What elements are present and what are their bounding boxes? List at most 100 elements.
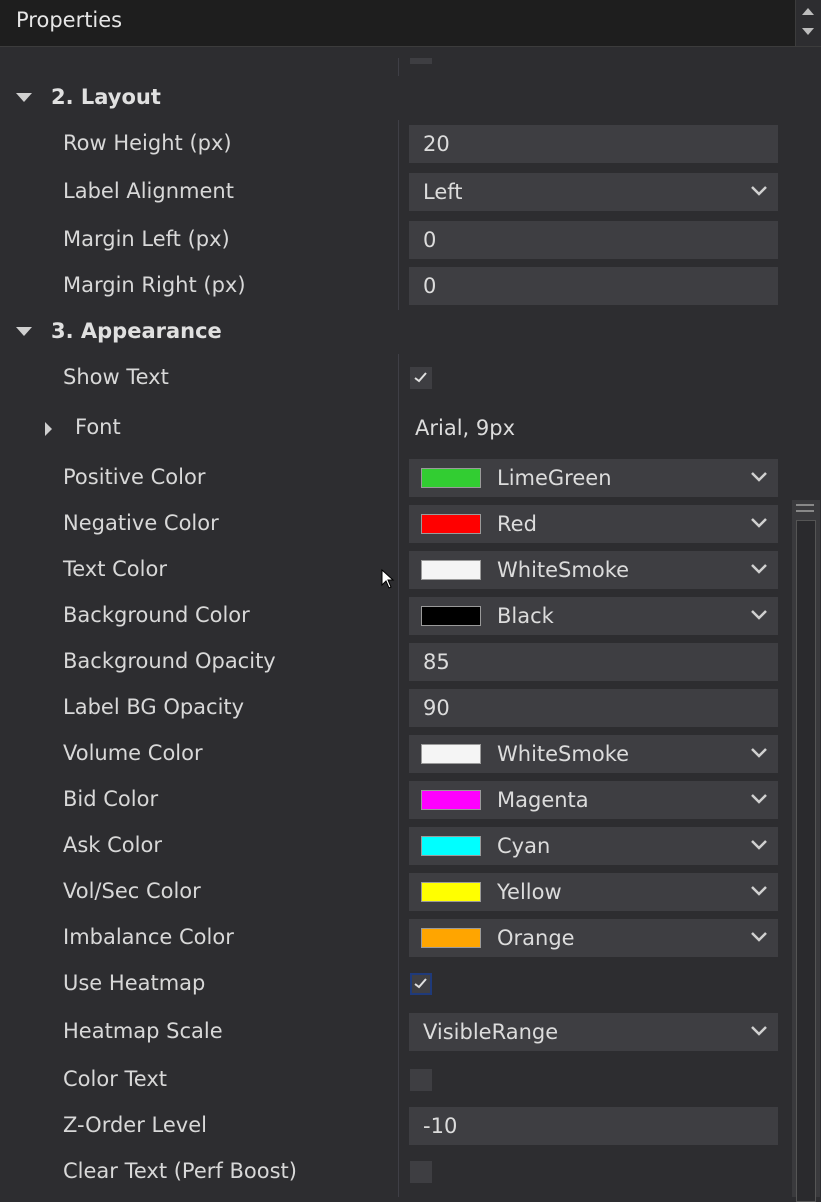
color-name: Cyan xyxy=(497,834,551,858)
background-color-select[interactable]: Black xyxy=(409,597,778,635)
text-color-select[interactable]: WhiteSmoke xyxy=(409,551,778,589)
color-name: Yellow xyxy=(497,880,562,904)
property-ask-color: Ask Color Cyan xyxy=(0,823,790,869)
property-imbalance-color: Imbalance Color Orange xyxy=(0,915,790,961)
property-label: Show Text xyxy=(63,365,169,389)
scroll-up-icon[interactable] xyxy=(802,8,814,15)
negative-color-select[interactable]: Red xyxy=(409,505,778,543)
property-z-order: Z-Order Level -10 xyxy=(0,1103,790,1149)
property-color-text: Color Text xyxy=(0,1057,790,1103)
vertical-scrollbar[interactable] xyxy=(792,500,820,1202)
property-label: Row Height (px) xyxy=(63,131,232,155)
scroll-down-icon[interactable] xyxy=(802,28,814,35)
use-heatmap-checkbox[interactable] xyxy=(410,973,432,995)
property-margin-left: Margin Left (px) 0 xyxy=(0,217,790,263)
font-value[interactable]: Arial, 9px xyxy=(415,416,515,440)
property-label: Label BG Opacity xyxy=(63,695,245,719)
bid-color-select[interactable]: Magenta xyxy=(409,781,778,819)
category-layout[interactable]: 2. Layout xyxy=(0,75,790,121)
color-swatch xyxy=(421,468,481,488)
volsec-color-select[interactable]: Yellow xyxy=(409,873,778,911)
chevron-down-icon[interactable] xyxy=(750,744,768,762)
color-swatch xyxy=(421,836,481,856)
property-negative-color: Negative Color Red xyxy=(0,501,790,547)
heatmap-scale-select[interactable]: VisibleRange xyxy=(409,1013,778,1051)
chevron-down-icon[interactable] xyxy=(750,182,768,200)
property-label: Color Text xyxy=(63,1067,167,1091)
property-label: Use Heatmap xyxy=(63,971,206,995)
column-separator xyxy=(398,58,399,76)
chevron-down-icon[interactable] xyxy=(750,1022,768,1040)
color-name: WhiteSmoke xyxy=(497,558,630,582)
property-label: Negative Color xyxy=(63,511,219,535)
panel-title: Properties xyxy=(16,8,123,32)
color-name: LimeGreen xyxy=(497,466,612,490)
property-bid-color: Bid Color Magenta xyxy=(0,777,790,823)
property-volume-color: Volume Color WhiteSmoke xyxy=(0,731,790,777)
scroll-grip-icon[interactable] xyxy=(796,504,814,512)
chevron-down-icon[interactable] xyxy=(750,560,768,578)
color-name: Magenta xyxy=(497,788,589,812)
properties-titlebar: Properties xyxy=(0,0,821,47)
imbalance-color-select[interactable]: Orange xyxy=(409,919,778,957)
chevron-down-icon[interactable] xyxy=(750,928,768,946)
color-swatch xyxy=(421,928,481,948)
clear-text-checkbox[interactable] xyxy=(410,1161,432,1183)
color-swatch xyxy=(421,882,481,902)
ask-color-select[interactable]: Cyan xyxy=(409,827,778,865)
select-value: VisibleRange xyxy=(423,1020,559,1044)
chevron-down-icon[interactable] xyxy=(750,836,768,854)
color-name: Red xyxy=(497,512,537,536)
scrollbar-thumb[interactable] xyxy=(796,520,816,1202)
color-name: Orange xyxy=(497,926,575,950)
row-height-input[interactable]: 20 xyxy=(409,125,778,163)
color-name: Black xyxy=(497,604,554,628)
positive-color-select[interactable]: LimeGreen xyxy=(409,459,778,497)
property-label: Text Color xyxy=(63,557,167,581)
label-bg-opacity-input[interactable]: 90 xyxy=(409,689,778,727)
color-swatch xyxy=(421,744,481,764)
background-opacity-input[interactable]: 85 xyxy=(409,643,778,681)
property-label: Ask Color xyxy=(63,833,162,857)
title-scroll-buttons[interactable] xyxy=(795,0,821,46)
category-appearance[interactable]: 3. Appearance xyxy=(0,309,790,355)
color-swatch xyxy=(421,606,481,626)
property-font: Font Arial, 9px xyxy=(0,405,790,451)
property-label-alignment: Label Alignment Left xyxy=(0,169,790,215)
expand-triangle-icon[interactable] xyxy=(45,422,52,436)
category-label: 3. Appearance xyxy=(51,319,222,343)
property-label: Font xyxy=(75,415,121,439)
mouse-cursor-icon xyxy=(381,569,395,589)
collapse-triangle-icon[interactable] xyxy=(16,93,32,102)
z-order-input[interactable]: -10 xyxy=(409,1107,778,1145)
property-label: Bid Color xyxy=(63,787,159,811)
property-text-color: Text Color WhiteSmoke xyxy=(0,547,790,593)
property-clear-text: Clear Text (Perf Boost) xyxy=(0,1149,790,1195)
check-icon xyxy=(414,978,427,989)
chevron-down-icon[interactable] xyxy=(750,882,768,900)
property-positive-color: Positive Color LimeGreen xyxy=(0,455,790,501)
property-use-heatmap: Use Heatmap xyxy=(0,961,790,1007)
property-heatmap-scale: Heatmap Scale VisibleRange xyxy=(0,1009,790,1055)
category-label: 2. Layout xyxy=(51,85,161,109)
show-text-checkbox[interactable] xyxy=(410,367,432,389)
collapse-triangle-icon[interactable] xyxy=(16,327,32,336)
property-label: Label Alignment xyxy=(63,179,234,203)
property-margin-right: Margin Right (px) 0 xyxy=(0,263,790,309)
property-label: Background Color xyxy=(63,603,250,627)
partial-checkbox xyxy=(410,58,432,64)
chevron-down-icon[interactable] xyxy=(750,468,768,486)
volume-color-select[interactable]: WhiteSmoke xyxy=(409,735,778,773)
chevron-down-icon[interactable] xyxy=(750,790,768,808)
chevron-down-icon[interactable] xyxy=(750,606,768,624)
margin-right-input[interactable]: 0 xyxy=(409,267,778,305)
property-background-opacity: Background Opacity 85 xyxy=(0,639,790,685)
property-label: Margin Left (px) xyxy=(63,227,230,251)
select-value: Left xyxy=(423,180,463,204)
margin-left-input[interactable]: 0 xyxy=(409,221,778,259)
property-background-color: Background Color Black xyxy=(0,593,790,639)
color-swatch xyxy=(421,514,481,534)
chevron-down-icon[interactable] xyxy=(750,514,768,532)
label-alignment-select[interactable]: Left xyxy=(409,173,778,211)
color-text-checkbox[interactable] xyxy=(410,1069,432,1091)
